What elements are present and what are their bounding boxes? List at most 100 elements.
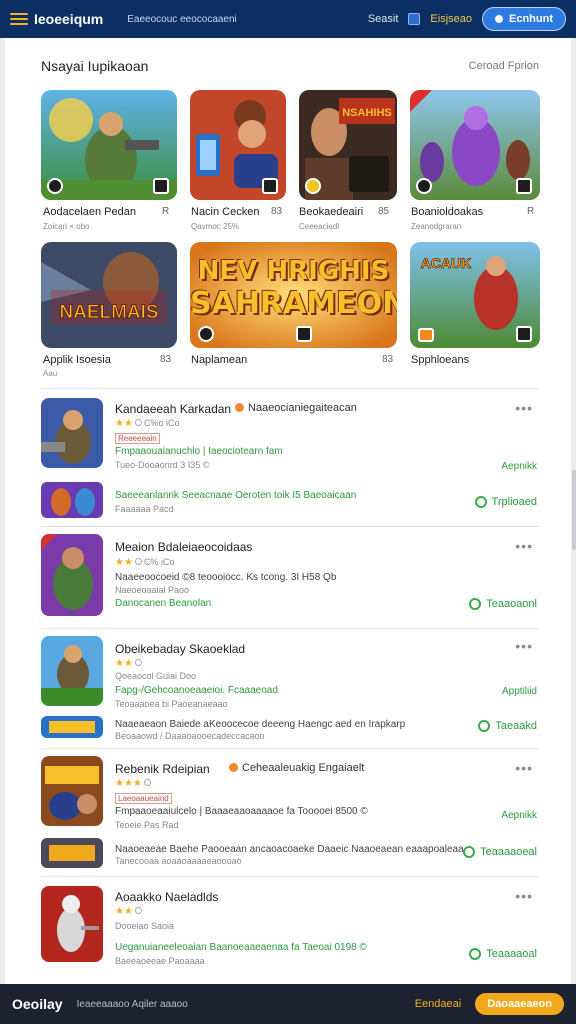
app-name[interactable]: Rebenik Rdeipian bbox=[115, 762, 210, 776]
footer-logo[interactable]: Oeoilay bbox=[12, 996, 63, 1012]
featured-banner[interactable]: NEV HRIGHIS SAHRAMEON bbox=[190, 242, 397, 348]
tile-title[interactable]: Boanioldoakas bbox=[411, 206, 483, 218]
tile-subtitle: Aau bbox=[43, 369, 58, 378]
app-name[interactable]: Meaion Bdaleiaeocoidaas bbox=[115, 540, 252, 554]
top-nav-link[interactable]: Eaeeocouc eeococaaeni bbox=[127, 14, 237, 25]
featured-tile[interactable]: NAELMAIS bbox=[41, 242, 177, 348]
more-icon[interactable]: ••• bbox=[515, 638, 533, 654]
tile-subtitle: Zoicari × obo bbox=[43, 222, 90, 231]
app-icon-art bbox=[41, 886, 103, 962]
rating-note: C%o iCo bbox=[143, 418, 180, 428]
tag-icon bbox=[418, 328, 434, 342]
app-action[interactable]: Apptiliid bbox=[502, 686, 537, 697]
featured-tile[interactable] bbox=[41, 90, 177, 200]
tile-subtitle: Ceeeaciedl bbox=[299, 222, 340, 231]
scrollbar[interactable] bbox=[572, 470, 576, 550]
featured-tile[interactable]: ACAUK bbox=[410, 242, 540, 348]
section-title: Nsayai Iupikaoan bbox=[41, 58, 149, 74]
app-icon[interactable] bbox=[41, 398, 103, 468]
tile-count: R bbox=[527, 206, 535, 217]
region-link[interactable]: Eisjseao bbox=[430, 13, 472, 25]
circle-icon bbox=[143, 779, 151, 786]
tile-title[interactable]: Naplamean bbox=[191, 354, 247, 366]
banner-title: NEV HRIGHIS bbox=[197, 256, 390, 286]
footer-button[interactable]: Daoaaeaeon bbox=[475, 993, 564, 1015]
app-action-label: Teaaoaonl bbox=[486, 598, 537, 610]
app-name[interactable]: Aoaakko Naeladlds bbox=[115, 890, 218, 904]
app-meta: Teoaaaoea bi Paoeanaeaao bbox=[115, 699, 228, 709]
more-icon[interactable]: ••• bbox=[515, 760, 533, 776]
play-icon bbox=[47, 178, 63, 194]
app-icon[interactable] bbox=[41, 534, 103, 616]
app-line: Fapg-/Gehcoanoeaaeioi. Fcaaaeoad bbox=[115, 685, 278, 696]
signin-button[interactable]: Ecnhunt bbox=[482, 7, 566, 31]
tile-title[interactable]: Spphloeans bbox=[411, 354, 469, 366]
more-icon[interactable]: ••• bbox=[515, 888, 533, 904]
app-action[interactable]: Aepnikk bbox=[501, 810, 537, 821]
app-icon-art bbox=[41, 482, 103, 518]
app-tag-label: Naaeocianiegaiteacan bbox=[248, 402, 357, 414]
tile-title[interactable]: Aodacelaen Pedan bbox=[43, 206, 136, 218]
star-icon: ★★ bbox=[115, 557, 133, 568]
app-meta: Baeeaoeeae Paoaaaa bbox=[115, 956, 205, 966]
app-icon-small[interactable] bbox=[41, 482, 103, 518]
app-meta: Faaaaaa Pacd bbox=[115, 504, 174, 514]
app-logo[interactable]: Ieoeeiqum bbox=[34, 11, 103, 27]
app-icon[interactable] bbox=[41, 886, 103, 962]
app-rating: ★★ C%o iCo bbox=[115, 418, 179, 429]
app-icon-small[interactable] bbox=[41, 838, 103, 868]
app-name[interactable]: Obeikebaday Skaoeklad bbox=[115, 642, 245, 656]
app-line: Naaoeaeae Baehe Paooeaan ancaoacoaeke Da… bbox=[115, 844, 464, 855]
app-meta: Tueo-Dooaonrd 3 I35 © bbox=[115, 460, 210, 470]
see-all-link[interactable]: Ceroad Fprion bbox=[469, 60, 539, 72]
app-tag: Naaeocianiegaiteacan bbox=[235, 402, 357, 414]
app-action[interactable]: Teaaoaonl bbox=[469, 598, 537, 610]
app-meta: Naeoeoaaial Paoo bbox=[115, 585, 190, 595]
app-action[interactable]: Teaaaaoal bbox=[469, 948, 537, 960]
featured-tile[interactable]: NSAHIHS bbox=[299, 90, 397, 200]
app-icon-art bbox=[41, 838, 103, 868]
app-chip: Laeoaaueaind bbox=[115, 793, 172, 804]
tag-dot-icon bbox=[229, 763, 238, 772]
flag-icon[interactable] bbox=[408, 13, 421, 25]
top-bar: Ieoeeiqum Eaeeocouc eeococaaeni Seasit E… bbox=[0, 0, 576, 38]
app-action[interactable]: Taeaakd bbox=[478, 720, 537, 732]
status-ring-icon bbox=[474, 496, 487, 508]
app-line: Danocanen Beanolan bbox=[115, 598, 212, 609]
search-link[interactable]: Seasit bbox=[368, 13, 399, 25]
more-icon[interactable]: ••• bbox=[515, 400, 533, 416]
banner-subtitle: SAHRAMEON bbox=[190, 286, 397, 321]
user-icon bbox=[495, 15, 503, 23]
status-ring-icon bbox=[463, 846, 476, 858]
tile-subtitle: Qavmoc 25% bbox=[191, 222, 240, 231]
app-icon[interactable] bbox=[41, 636, 103, 706]
divider bbox=[41, 526, 539, 527]
tile-count: R bbox=[162, 206, 170, 217]
app-action[interactable]: Teaaaaoeal bbox=[463, 846, 537, 858]
rating-note: Dooeiao Saoia bbox=[115, 921, 175, 931]
more-icon[interactable]: ••• bbox=[515, 538, 533, 554]
controller-icon bbox=[296, 326, 312, 342]
tile-title[interactable]: Beokaedeairi bbox=[299, 206, 363, 218]
app-line: Fmpaaoeaaiulcelo | Baaaeaaoaaaaoe fa Too… bbox=[115, 806, 368, 817]
menu-icon[interactable] bbox=[10, 13, 28, 25]
app-rating: ★★★ bbox=[115, 778, 153, 789]
status-ring-icon bbox=[469, 948, 482, 960]
app-rating: ★★ C% iCo bbox=[115, 557, 174, 568]
app-icon-art bbox=[41, 398, 103, 468]
tile-title[interactable]: Applik Isoesia bbox=[43, 354, 111, 366]
tile-subtitle: Zeanodgraran bbox=[411, 222, 462, 231]
featured-tile[interactable] bbox=[410, 90, 540, 200]
app-action[interactable]: Trplioaed bbox=[474, 496, 537, 508]
featured-tile[interactable] bbox=[190, 90, 286, 200]
app-action-label: Teaaaaoal bbox=[486, 948, 537, 960]
app-icon-small[interactable] bbox=[41, 716, 103, 738]
controller-icon bbox=[416, 178, 432, 194]
app-icon[interactable] bbox=[41, 756, 103, 826]
app-name[interactable]: Kandaeeah Karkadan bbox=[115, 402, 231, 416]
footer-link[interactable]: Eendaeai bbox=[415, 998, 462, 1010]
status-ring-icon bbox=[469, 598, 482, 610]
tile-title[interactable]: Nacin Cecken bbox=[191, 206, 259, 218]
app-action[interactable]: Aepnikk bbox=[501, 461, 537, 472]
rating-note: Qoeaocol Guiai Doo bbox=[115, 671, 197, 681]
